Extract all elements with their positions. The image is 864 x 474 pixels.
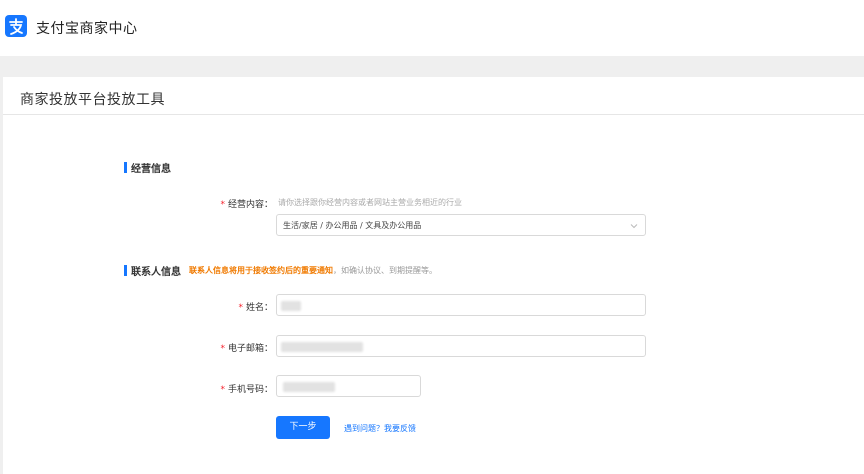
contact-section-title: 联系人信息 bbox=[124, 263, 181, 278]
title-divider bbox=[3, 114, 864, 115]
redacted-value bbox=[281, 342, 363, 352]
redacted-value bbox=[281, 301, 301, 311]
business-section-title: 经营信息 bbox=[124, 160, 171, 175]
next-step-button[interactable]: 下一步 bbox=[276, 416, 330, 439]
phone-input[interactable] bbox=[276, 375, 421, 397]
top-bar: 支付宝商家中心 bbox=[0, 0, 864, 56]
business-category-value: 生活/家居 / 办公用品 / 文具及办公用品 bbox=[283, 221, 422, 230]
name-label: * 姓名： bbox=[238, 303, 273, 313]
main-card: 商家投放平台投放工具 经营信息 * 经营内容： 请你选择跟你经营内容或者网站主营业… bbox=[3, 77, 864, 474]
business-content-label: * 经营内容： bbox=[220, 200, 273, 210]
page-title: 商家投放平台投放工具 bbox=[20, 92, 165, 108]
email-input[interactable] bbox=[276, 335, 646, 357]
section-marker bbox=[124, 162, 127, 173]
feedback-link[interactable]: 遇到问题？我要反馈 bbox=[344, 423, 416, 434]
email-label: * 电子邮箱： bbox=[220, 344, 273, 354]
business-category-select[interactable]: 生活/家居 / 办公用品 / 文具及办公用品 bbox=[276, 214, 646, 236]
chevron-down-icon bbox=[630, 224, 638, 229]
phone-label: * 手机号码： bbox=[220, 385, 273, 395]
business-content-hint: 请你选择跟你经营内容或者网站主营业务相近的行业 bbox=[278, 198, 462, 207]
contact-notice: 联系人信息将用于接收签约后的重要通知，如确认协议、到期提醒等。 bbox=[189, 266, 437, 275]
brand-name[interactable]: 支付宝商家中心 bbox=[36, 18, 138, 38]
redacted-value bbox=[283, 382, 335, 392]
section-marker bbox=[124, 265, 127, 276]
alipay-logo-icon[interactable] bbox=[5, 15, 27, 37]
name-input[interactable] bbox=[276, 294, 646, 316]
